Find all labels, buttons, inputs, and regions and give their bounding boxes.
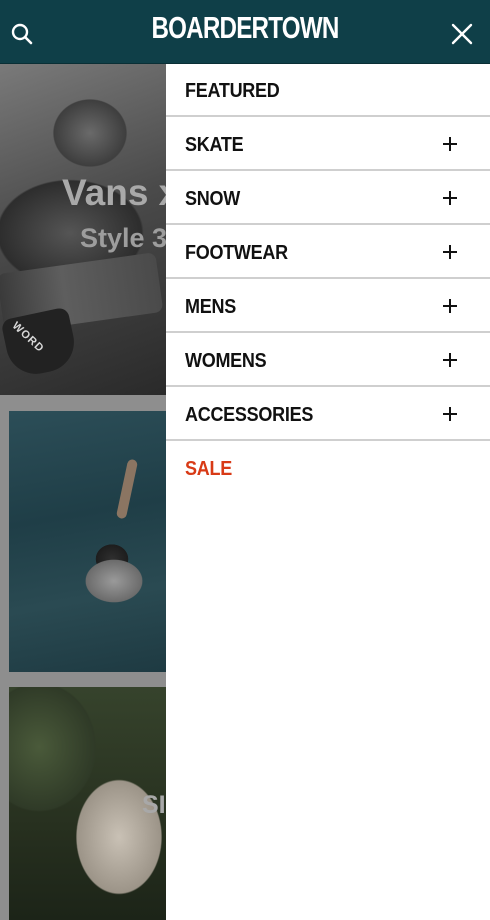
promo-card-title: SI bbox=[142, 791, 166, 819]
plus-icon[interactable] bbox=[443, 407, 457, 421]
menu-item-womens[interactable]: WOMENS bbox=[166, 333, 490, 387]
nav-menu: FEATURED SKATE SNOW FOOTWEAR MENS WOMENS bbox=[166, 63, 490, 493]
hero-title: Vans x bbox=[62, 172, 180, 213]
promo-card-image[interactable] bbox=[9, 411, 166, 672]
site-logo[interactable]: BOARDERTOWN bbox=[54, 10, 436, 46]
menu-item-accessories[interactable]: ACCESSORIES bbox=[166, 387, 490, 441]
menu-item-mens[interactable]: MENS bbox=[166, 279, 490, 333]
menu-item-label: FEATURED bbox=[185, 80, 280, 102]
search-button[interactable] bbox=[8, 20, 36, 48]
menu-item-skate[interactable]: SKATE bbox=[166, 117, 490, 171]
plus-icon[interactable] bbox=[443, 245, 457, 259]
page: BOARDERTOWN WORD Vans x Style 3 SI FEATU… bbox=[0, 0, 490, 920]
card-image-detail bbox=[115, 458, 139, 520]
plus-icon[interactable] bbox=[443, 191, 457, 205]
close-icon bbox=[451, 23, 473, 45]
divider bbox=[0, 395, 166, 411]
menu-item-featured[interactable]: FEATURED bbox=[166, 63, 490, 117]
close-menu-button[interactable] bbox=[450, 22, 474, 46]
plus-icon[interactable] bbox=[443, 137, 457, 151]
menu-item-label: MENS bbox=[185, 296, 236, 318]
search-icon bbox=[11, 23, 33, 45]
hero-shoe-text: WORD bbox=[9, 319, 47, 356]
plus-icon[interactable] bbox=[443, 353, 457, 367]
menu-item-snow[interactable]: SNOW bbox=[166, 171, 490, 225]
menu-item-label: SKATE bbox=[185, 134, 244, 156]
menu-item-label: WOMENS bbox=[185, 350, 267, 372]
menu-item-label: SALE bbox=[185, 458, 232, 480]
hero-subtitle: Style 3 bbox=[80, 223, 168, 253]
menu-item-label: SNOW bbox=[185, 188, 240, 210]
hero-shoe-image: WORD bbox=[0, 306, 80, 380]
divider bbox=[0, 672, 166, 687]
site-header: BOARDERTOWN bbox=[0, 0, 490, 64]
menu-item-label: FOOTWEAR bbox=[185, 242, 288, 264]
plus-icon[interactable] bbox=[443, 299, 457, 313]
menu-item-sale[interactable]: SALE bbox=[166, 441, 490, 493]
divider bbox=[0, 411, 9, 920]
nav-drawer: FEATURED SKATE SNOW FOOTWEAR MENS WOMENS bbox=[166, 63, 490, 920]
menu-item-footwear[interactable]: FOOTWEAR bbox=[166, 225, 490, 279]
menu-item-label: ACCESSORIES bbox=[185, 404, 314, 426]
